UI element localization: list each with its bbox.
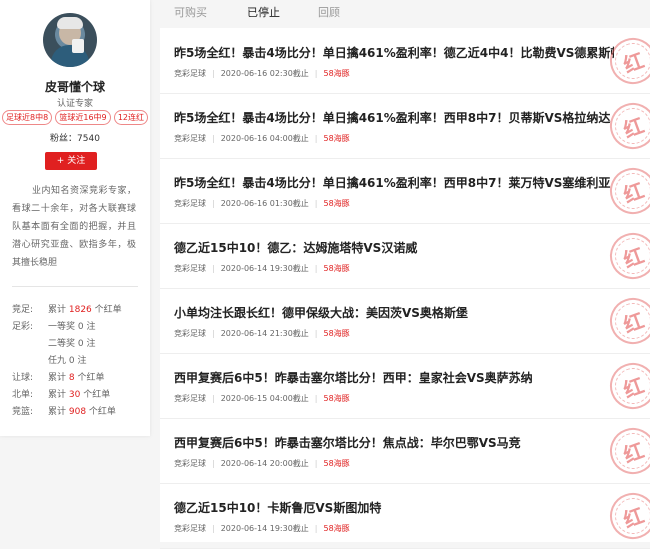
stat-zucai-second: 二等奖 0 注 [48,339,96,349]
article-price: 58海豚 [323,264,350,273]
article-meta: 竞彩足球 | 2020-06-16 04:00截止 | 58海豚 [174,134,350,143]
article-title[interactable]: 西甲复赛后6中5！昨暴击塞尔塔比分！焦点战：毕尔巴鄂VS马竞 [174,434,614,451]
fans-label: 粉丝： [50,134,78,144]
article-item[interactable]: 小单均注长跟长红！德甲保级大战：美因茨VS奥格斯堡 竞彩足球 | 2020-06-1… [160,288,650,354]
article-deadline: 2020-06-16 04:00截止 [220,134,309,143]
fans-value: 7540 [77,134,100,144]
article-price: 58海豚 [323,134,350,143]
article-title[interactable]: 昨5场全红！暴击4场比分！单日擒461%盈利率！德乙近4中4！比勒费VS德累斯顿 [174,44,614,61]
article-deadline: 2020-06-14 20:00截止 [220,459,309,468]
stat-zucai-renjiu: 任九 0 注 [48,356,87,366]
article-item[interactable]: 德乙近15中10！卡斯鲁厄VS斯图加特 竞彩足球 | 2020-06-14 19:3… [160,483,650,549]
tab-stopped[interactable]: 已停止 [247,4,280,20]
expert-bio: 业内知名资深竞彩专家，看球二十余年，对各大联赛球队基本面有全面的把握，并且潜心研… [12,186,136,268]
divider [12,286,138,287]
article-price: 58海豚 [323,459,350,468]
article-item[interactable]: 西甲复赛后6中5！昨暴击塞尔塔比分！焦点战：毕尔巴鄂VS马竞 竞彩足球 | 2020… [160,418,650,484]
article-category: 竞彩足球 [174,394,206,403]
article-meta: 竞彩足球 | 2020-06-14 19:30截止 | 58海豚 [174,264,350,273]
article-deadline: 2020-06-14 21:30截止 [220,329,309,338]
article-meta: 竞彩足球 | 2020-06-14 20:00截止 | 58海豚 [174,459,350,468]
article-category: 竞彩足球 [174,134,206,143]
stat-jingzu: 竞足: 累计 1826 个红单 [12,305,122,315]
article-category: 竞彩足球 [174,329,206,338]
article-item[interactable]: 昨5场全红！暴击4场比分！单日擒461%盈利率！德乙近4中4！比勒费VS德累斯顿… [160,28,650,94]
article-title[interactable]: 德乙近15中10！卡斯鲁厄VS斯图加特 [174,499,614,516]
article-title[interactable]: 德乙近15中10！德乙：达姆施塔特VS汉诺威 [174,239,614,256]
expert-name[interactable]: 皮哥懂个球 [0,78,150,95]
article-price: 58海豚 [323,394,350,403]
stat-zucai-first: 足彩: 一等奖 0 注 [12,322,96,332]
article-deadline: 2020-06-16 01:30截止 [220,199,309,208]
article-price: 58海豚 [323,524,350,533]
win-stamp-icon: 红 [603,31,650,91]
article-list: 昨5场全红！暴击4场比分！单日擒461%盈利率！德乙近4中4！比勒费VS德累斯顿… [160,28,650,549]
stat-beidan: 北单: 累计 30 个红单 [12,390,111,400]
record-tag-basketball: 篮球近16中9 [55,110,111,125]
article-category: 竞彩足球 [174,69,206,78]
win-stamp-icon: 红 [603,96,650,156]
article-deadline: 2020-06-16 02:30截止 [220,69,309,78]
article-meta: 竞彩足球 | 2020-06-14 19:30截止 | 58海豚 [174,524,350,533]
article-meta: 竞彩足球 | 2020-06-14 21:30截止 | 58海豚 [174,329,350,338]
article-title[interactable]: 昨5场全红！暴击4场比分！单日擒461%盈利率！西甲8中7！莱万特VS塞维利亚 [174,174,614,191]
article-category: 竞彩足球 [174,199,206,208]
article-meta: 竞彩足球 | 2020-06-15 04:00截止 | 58海豚 [174,394,350,403]
article-meta: 竞彩足球 | 2020-06-16 02:30截止 | 58海豚 [174,69,350,78]
avatar[interactable] [43,13,97,67]
article-price: 58海豚 [323,329,350,338]
article-item[interactable]: 德乙近15中10！德乙：达姆施塔特VS汉诺威 竞彩足球 | 2020-06-14 1… [160,223,650,289]
article-deadline: 2020-06-15 04:00截止 [220,394,309,403]
article-deadline: 2020-06-14 19:30截止 [220,524,309,533]
article-title[interactable]: 昨5场全红！暴击4场比分！单日擒461%盈利率！西甲8中7！贝蒂斯VS格拉纳达 [174,109,614,126]
win-stamp-icon: 红 [603,291,650,351]
win-stamp-icon: 红 [603,486,650,546]
win-stamp-icon: 红 [603,226,650,286]
record-tags: 足球近8中8 篮球近16中9 12连红 [2,110,148,125]
article-item[interactable]: 昨5场全红！暴击4场比分！单日擒461%盈利率！西甲8中7！莱万特VS塞维利亚 … [160,158,650,224]
article-item[interactable]: 昨5场全红！暴击4场比分！单日擒461%盈利率！西甲8中7！贝蒂斯VS格拉纳达 … [160,93,650,159]
win-stamp-icon: 红 [603,161,650,221]
win-stamp-icon: 红 [603,356,650,416]
expert-title: 认证专家 [56,99,93,109]
article-price: 58海豚 [323,69,350,78]
article-title[interactable]: 西甲复赛后6中5！昨暴击塞尔塔比分！西甲：皇家社会VS奥萨苏纳 [174,369,614,386]
follow-button[interactable]: + 关注 [45,152,97,170]
stat-rangqiu: 让球: 累计 8 个红单 [12,373,105,383]
win-stamp-icon: 红 [603,421,650,481]
article-title[interactable]: 小单均注长跟长红！德甲保级大战：美因茨VS奥格斯堡 [174,304,614,321]
article-item[interactable]: 西甲复赛后6中5！昨暴击塞尔塔比分！西甲：皇家社会VS奥萨苏纳 竞彩足球 | 202… [160,353,650,419]
tab-review[interactable]: 回顾 [318,4,340,20]
record-tag-streak: 12连红 [113,110,148,125]
article-deadline: 2020-06-14 19:30截止 [220,264,309,273]
tab-available[interactable]: 可购买 [174,4,207,20]
record-tag-football: 足球近8中8 [2,110,53,125]
article-category: 竞彩足球 [174,524,206,533]
fans-count: 粉丝：7540 [0,131,150,144]
article-meta: 竞彩足球 | 2020-06-16 01:30截止 | 58海豚 [174,199,350,208]
article-price: 58海豚 [323,199,350,208]
stat-jinglan: 竞篮: 累计 908 个红单 [12,407,116,417]
stats-list: 竞足: 累计 1826 个红单 足彩: 一等奖 0 注 二等奖 0 注 任九 0 注… [12,302,147,421]
expert-profile-card: 皮哥懂个球 认证专家 足球近8中8 篮球近16中9 12连红 粉丝：7540 +… [0,0,150,436]
article-category: 竞彩足球 [174,459,206,468]
article-category: 竞彩足球 [174,264,206,273]
